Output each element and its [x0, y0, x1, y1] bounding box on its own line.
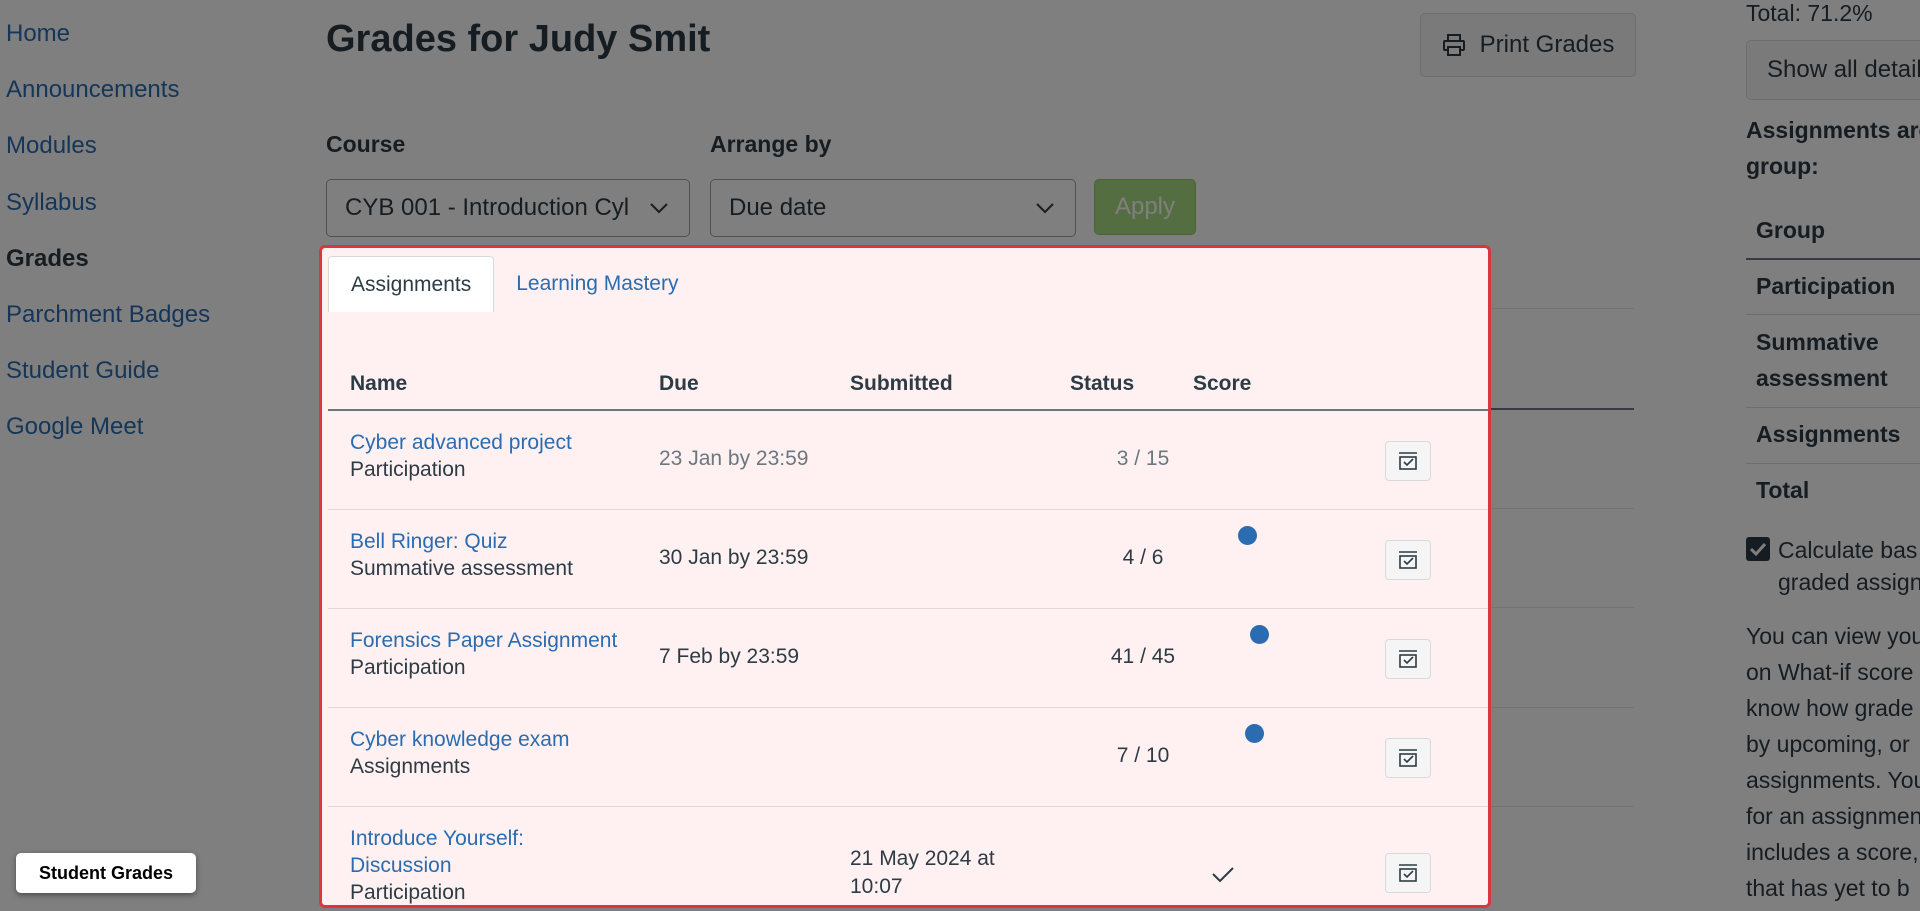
- assignment-group: Participation: [350, 458, 466, 481]
- table-row: Forensics Paper Assignment Participation…: [328, 609, 1488, 708]
- what-if-score-button[interactable]: [1385, 738, 1431, 778]
- tab-learning-mastery[interactable]: Learning Mastery: [494, 256, 700, 312]
- due-date: 30 Jan by 23:59: [659, 546, 809, 569]
- calculator-icon: [1399, 864, 1417, 882]
- assignment-name-cell: Bell Ringer: Quiz Summative assessment: [350, 528, 630, 582]
- assignment-link[interactable]: Introduce Yourself: Discussion: [350, 827, 524, 877]
- assignment-link[interactable]: Forensics Paper Assignment: [350, 629, 617, 652]
- tab-assignments[interactable]: Assignments: [328, 256, 495, 312]
- due-date: 7 Feb by 23:59: [659, 645, 800, 668]
- what-if-score-button[interactable]: [1385, 853, 1431, 893]
- column-due: Due: [659, 372, 699, 395]
- calculator-icon: [1399, 749, 1417, 767]
- table-row: Bell Ringer: Quiz Summative assessment 3…: [328, 510, 1488, 609]
- assignment-name-cell: Introduce Yourself: Discussion Participa…: [350, 825, 550, 905]
- column-score: Score: [1193, 372, 1252, 395]
- assignment-link[interactable]: Cyber knowledge exam: [350, 728, 569, 751]
- table-row: Cyber advanced project Participation 23 …: [328, 411, 1488, 510]
- column-name: Name: [350, 372, 408, 395]
- score: 7 / 10: [1116, 744, 1170, 767]
- assignment-name-cell: Cyber advanced project Participation: [350, 429, 630, 483]
- score: 3 / 15: [1116, 447, 1170, 470]
- unread-indicator: [1238, 526, 1257, 545]
- assignments-panel-highlight: Assignments Learning Mastery Name Due Su…: [319, 245, 1491, 908]
- checkmark-icon: [1212, 867, 1234, 883]
- what-if-score-button[interactable]: [1385, 441, 1431, 481]
- calculator-icon: [1399, 551, 1417, 569]
- assignment-group: Participation: [350, 656, 466, 679]
- assignment-group: Summative assessment: [350, 557, 573, 580]
- student-grades-label: Student Grades: [16, 853, 196, 893]
- column-status: Status: [1070, 372, 1135, 395]
- grades-tabs: Assignments Learning Mastery: [328, 256, 700, 312]
- what-if-score-button[interactable]: [1385, 639, 1431, 679]
- assignment-name-cell: Cyber knowledge exam Assignments: [350, 726, 630, 780]
- assignment-link[interactable]: Bell Ringer: Quiz: [350, 530, 508, 553]
- assignment-group: Assignments: [350, 755, 471, 778]
- what-if-score-button[interactable]: [1385, 540, 1431, 580]
- assignment-group: Participation: [350, 881, 466, 904]
- due-date: 23 Jan by 23:59: [659, 447, 809, 470]
- calculator-icon: [1399, 452, 1417, 470]
- unread-indicator: [1250, 625, 1269, 644]
- score: 41 / 45: [1110, 645, 1176, 668]
- calculator-icon: [1399, 650, 1417, 668]
- assignment-name-cell: Forensics Paper Assignment Participation: [350, 627, 650, 681]
- column-submitted: Submitted: [850, 372, 953, 395]
- submitted-date: 21 May 2024 at 10:07: [850, 847, 995, 898]
- score: 4 / 6: [1122, 546, 1164, 569]
- unread-indicator: [1245, 724, 1264, 743]
- assignment-link[interactable]: Cyber advanced project: [350, 431, 572, 454]
- table-row: Introduce Yourself: Discussion Participa…: [328, 807, 1488, 905]
- table-row: Cyber knowledge exam Assignments 7 / 10: [328, 708, 1488, 807]
